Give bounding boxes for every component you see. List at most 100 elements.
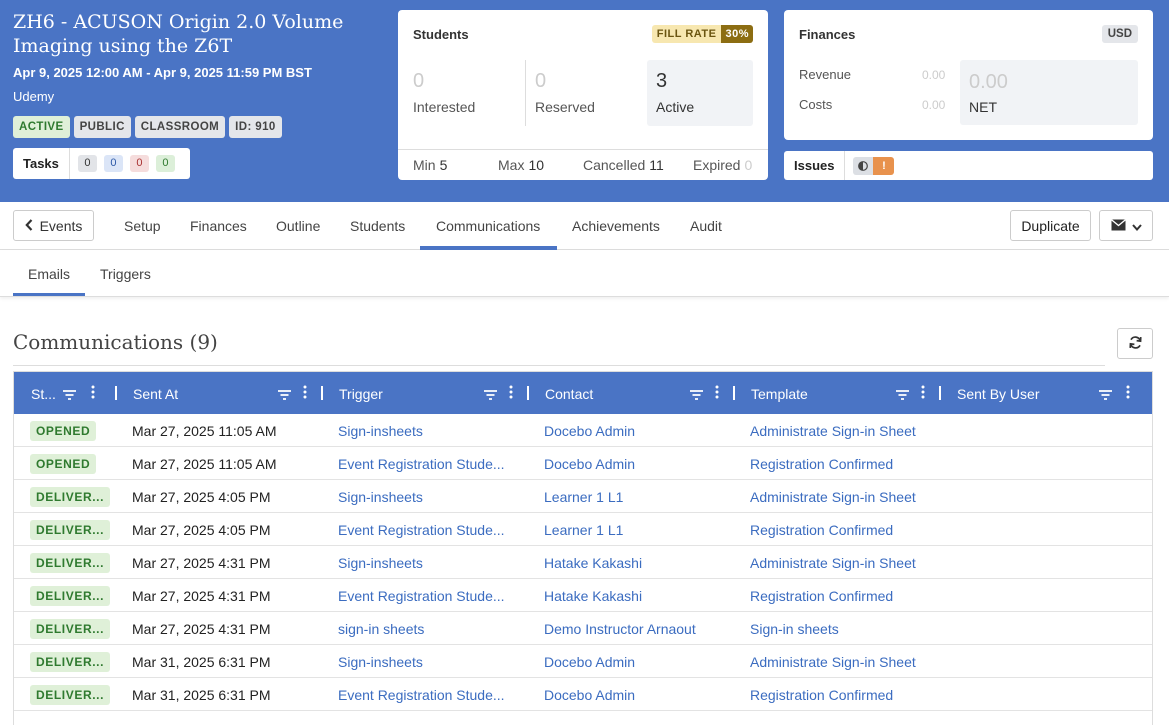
template-link[interactable]: Administrate Sign-in Sheet <box>750 555 916 571</box>
envelope-icon <box>1110 218 1126 234</box>
column-resize-handle[interactable] <box>321 386 323 400</box>
filter-icon[interactable] <box>896 387 909 403</box>
column-header-label: St... <box>31 386 56 402</box>
table-row[interactable]: OPENED Mar 27, 2025 11:05 AM Event Registr… <box>14 447 1152 480</box>
template-link[interactable]: Sign-in sheets <box>750 621 839 637</box>
column-resize-handle[interactable] <box>115 386 117 400</box>
event-nav: Events Setup Finances Outline Students C… <box>0 202 1169 250</box>
column-header-trigger[interactable]: Trigger <box>328 372 534 414</box>
sent-at-cell: Mar 31, 2025 6:31 PM <box>132 654 271 670</box>
tab-setup[interactable]: Setup <box>124 218 161 234</box>
filter-icon[interactable] <box>484 387 497 403</box>
back-to-events-button[interactable]: Events <box>13 210 94 241</box>
trigger-link[interactable]: Event Registration Stude... <box>338 687 505 703</box>
tab-audit[interactable]: Audit <box>690 218 722 234</box>
table-row[interactable]: DELIVER... Mar 27, 2025 4:31 PM sign-in sh… <box>14 612 1152 645</box>
table-row[interactable]: DELIVER... Mar 27, 2025 4:31 PM Sign-inshe… <box>14 546 1152 579</box>
issues-label: Issues <box>784 151 846 180</box>
tasks-count-success[interactable]: 0 <box>155 155 175 172</box>
vertical-dots-icon[interactable] <box>91 385 95 402</box>
tasks-count-danger[interactable]: 0 <box>129 155 149 172</box>
sent-at-cell: Mar 27, 2025 4:05 PM <box>132 489 271 505</box>
trigger-link[interactable]: Sign-insheets <box>338 423 423 439</box>
tab-students[interactable]: Students <box>350 218 405 234</box>
tasks-widget[interactable]: Tasks 0 0 0 0 <box>13 148 190 179</box>
column-header-status[interactable]: St... <box>14 372 122 414</box>
filter-icon[interactable] <box>278 387 291 403</box>
half-circle-icon[interactable] <box>853 156 874 175</box>
filter-icon[interactable] <box>63 387 76 403</box>
column-header-sent-at[interactable]: Sent At <box>122 372 328 414</box>
filter-icon[interactable] <box>690 387 703 403</box>
trigger-link[interactable]: Event Registration Stude... <box>338 456 505 472</box>
warning-icon[interactable]: ! <box>873 156 895 175</box>
finances-title: Finances <box>799 27 856 42</box>
vertical-dots-icon[interactable] <box>1126 385 1130 402</box>
table-row[interactable]: DELIVER... Mar 27, 2025 4:05 PM Sign-inshe… <box>14 480 1152 513</box>
status-badge: OPENED <box>30 421 97 441</box>
vertical-dots-icon[interactable] <box>303 385 307 402</box>
column-header-sent-by-user[interactable]: Sent By User <box>946 372 1152 414</box>
tasks-count-info[interactable]: 0 <box>103 155 123 172</box>
sent-at-cell: Mar 27, 2025 4:31 PM <box>132 588 271 604</box>
column-header-contact[interactable]: Contact <box>534 372 740 414</box>
status-badge: DELIVER... <box>30 685 111 705</box>
contact-link[interactable]: Learner 1 L1 <box>544 522 623 538</box>
costs-label: Costs <box>799 97 833 112</box>
issues-widget: Issues ! <box>784 151 1153 180</box>
column-resize-handle[interactable] <box>733 386 735 400</box>
column-resize-handle[interactable] <box>939 386 941 400</box>
filter-icon[interactable] <box>1099 387 1112 403</box>
contact-link[interactable]: Docebo Admin <box>544 687 635 703</box>
tab-communications[interactable]: Communications <box>436 218 540 234</box>
column-header-template[interactable]: Template <box>740 372 946 414</box>
vertical-dots-icon[interactable] <box>921 385 925 402</box>
trigger-link[interactable]: Sign-insheets <box>338 555 423 571</box>
table-row[interactable]: DELIVER... Mar 31, 2025 6:31 PM Sign-inshe… <box>14 645 1152 678</box>
template-link[interactable]: Administrate Sign-in Sheet <box>750 489 916 505</box>
table-row[interactable]: DELIVER... Mar 27, 2025 4:05 PM Event Regi… <box>14 513 1152 546</box>
expired-count: Expired 0 <box>693 157 753 173</box>
tab-achievements[interactable]: Achievements <box>572 218 660 234</box>
contact-link[interactable]: Learner 1 L1 <box>544 489 623 505</box>
email-menu-button[interactable] <box>1099 210 1153 241</box>
table-row[interactable]: OPENED Mar 27, 2025 11:05 AM Sign-insheets… <box>14 414 1152 447</box>
trigger-link[interactable]: Sign-insheets <box>338 489 423 505</box>
issues-toggle[interactable]: ! <box>853 156 895 175</box>
template-link[interactable]: Administrate Sign-in Sheet <box>750 423 916 439</box>
subtab-emails[interactable]: Emails <box>28 266 70 282</box>
column-header-label: Template <box>751 386 808 402</box>
template-link[interactable]: Administrate Sign-in Sheet <box>750 654 916 670</box>
vertical-dots-icon[interactable] <box>509 385 513 402</box>
contact-link[interactable]: Demo Instructor Arnaout <box>544 621 696 637</box>
stat-interested[interactable]: 0 Interested <box>398 60 526 126</box>
vertical-dots-icon[interactable] <box>715 385 719 402</box>
contact-link[interactable]: Hatake Kakashi <box>544 555 642 571</box>
stat-active[interactable]: 3 Active <box>647 60 753 126</box>
contact-link[interactable]: Hatake Kakashi <box>544 588 642 604</box>
max-limit: Max 10 <box>498 157 545 173</box>
template-link[interactable]: Registration Confirmed <box>750 456 893 472</box>
table-row[interactable]: DELIVER... Mar 27, 2025 4:31 PM Event Regi… <box>14 579 1152 612</box>
trigger-link[interactable]: Event Registration Stude... <box>338 588 505 604</box>
column-header-label: Contact <box>545 386 594 402</box>
template-link[interactable]: Registration Confirmed <box>750 687 893 703</box>
trigger-link[interactable]: Event Registration Stude... <box>338 522 505 538</box>
table-row[interactable]: DELIVER... Mar 31, 2025 6:31 PM Event Regi… <box>14 678 1152 711</box>
refresh-button[interactable] <box>1117 328 1153 359</box>
contact-link[interactable]: Docebo Admin <box>544 654 635 670</box>
subtab-triggers[interactable]: Triggers <box>100 266 151 282</box>
contact-link[interactable]: Docebo Admin <box>544 456 635 472</box>
template-link[interactable]: Registration Confirmed <box>750 588 893 604</box>
tab-finances[interactable]: Finances <box>190 218 247 234</box>
status-badge: DELIVER... <box>30 487 111 507</box>
column-resize-handle[interactable] <box>527 386 529 400</box>
trigger-link[interactable]: sign-in sheets <box>338 621 424 637</box>
tasks-count-neutral[interactable]: 0 <box>77 155 97 172</box>
contact-link[interactable]: Docebo Admin <box>544 423 635 439</box>
template-link[interactable]: Registration Confirmed <box>750 522 893 538</box>
duplicate-button[interactable]: Duplicate <box>1010 210 1091 241</box>
trigger-link[interactable]: Sign-insheets <box>338 654 423 670</box>
tab-outline[interactable]: Outline <box>276 218 320 234</box>
stat-reserved[interactable]: 0 Reserved <box>526 60 646 126</box>
